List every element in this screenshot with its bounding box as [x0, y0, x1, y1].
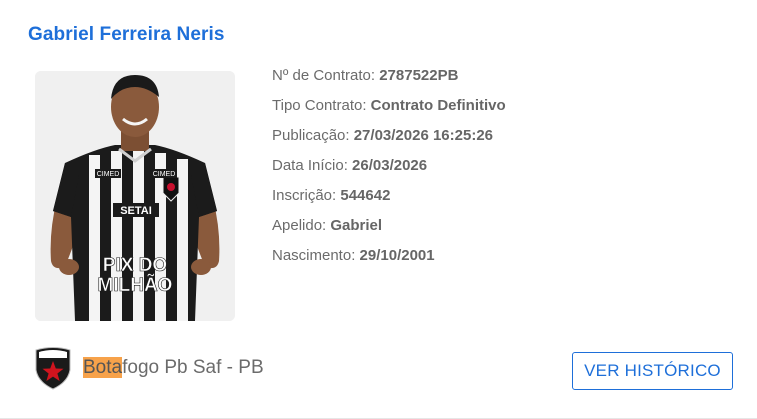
detail-birth-date: Nascimento: 29/10/2001 [272, 246, 506, 276]
detail-value: Gabriel [330, 217, 383, 234]
svg-text:MILHÃO: MILHÃO [98, 274, 173, 296]
detail-contract-type: Tipo Contrato: Contrato Definitivo [272, 96, 506, 126]
detail-label: Nascimento: [272, 247, 360, 264]
club-name-highlight: Bota [83, 357, 123, 378]
botafogo-pb-crest-icon [35, 347, 71, 390]
detail-label: Tipo Contrato: [272, 97, 371, 114]
detail-label: Publicação: [272, 127, 354, 144]
detail-nickname: Apelido: Gabriel [272, 216, 506, 246]
detail-value: Contrato Definitivo [370, 97, 506, 114]
detail-label: Inscrição: [272, 187, 341, 204]
detail-label: Nº de Contrato: [272, 67, 380, 84]
svg-text:CIMED: CIMED [97, 171, 120, 178]
detail-publication: Publicação: 27/03/2026 16:25:26 [272, 126, 506, 156]
club-name: Botafogo Pb Saf - PB [83, 356, 264, 380]
svg-text:CIMED: CIMED [153, 171, 176, 178]
detail-value: 544642 [340, 187, 391, 204]
player-photo: CIMED CIMED SETAI PIX DO MILHÃO [35, 71, 235, 321]
contract-details: Nº de Contrato: 2787522PB Tipo Contrato:… [272, 66, 506, 276]
detail-value: 26/03/2026 [352, 157, 428, 174]
detail-value: 27/03/2026 16:25:26 [353, 127, 494, 144]
detail-registration: Inscrição: 544642 [272, 186, 506, 216]
detail-label: Apelido: [272, 217, 331, 234]
club-info: Botafogo Pb Saf - PB [34, 346, 264, 390]
player-photo-image: CIMED CIMED SETAI PIX DO MILHÃO [35, 71, 235, 321]
detail-value: 29/10/2001 [359, 247, 435, 264]
detail-contract-number: Nº de Contrato: 2787522PB [272, 66, 506, 96]
player-contract-card: Gabriel Ferreira Neris CIMED CIMED SETAI… [0, 0, 757, 419]
player-name: Gabriel Ferreira Neris [28, 24, 225, 45]
detail-value: 2787522PB [379, 67, 459, 84]
view-history-button[interactable]: VER HISTÓRICO [572, 352, 733, 390]
club-name-rest: fogo Pb Saf - PB [122, 357, 264, 378]
detail-start-date: Data Início: 26/03/2026 [272, 156, 506, 186]
svg-text:PIX DO: PIX DO [103, 255, 167, 276]
svg-text:SETAI: SETAI [120, 205, 152, 217]
detail-label: Data Início: [272, 157, 353, 174]
